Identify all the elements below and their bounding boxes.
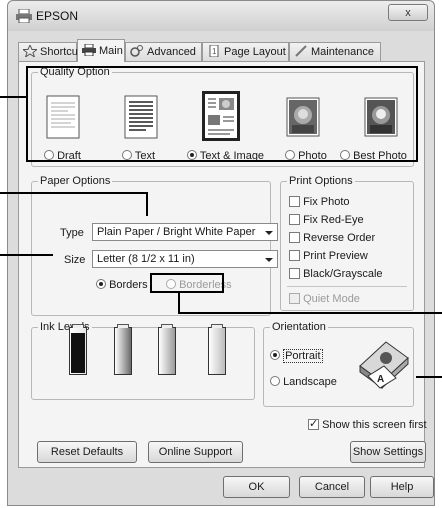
tab-main[interactable]: Main bbox=[77, 39, 125, 62]
callout-line-type-vertical bbox=[146, 192, 148, 216]
show-screen-first-checkbox[interactable]: Show this screen first bbox=[308, 417, 427, 431]
landscape-radio[interactable]: Landscape bbox=[270, 376, 337, 388]
paper-type-select[interactable]: Plain Paper / Bright White Paper bbox=[92, 223, 278, 241]
radio-icon bbox=[270, 376, 280, 386]
page-icon: 1 bbox=[209, 45, 219, 57]
callout-line-borderless bbox=[178, 312, 442, 314]
checkbox-icon bbox=[289, 196, 300, 207]
checkbox-icon bbox=[289, 268, 300, 279]
svg-text:1: 1 bbox=[212, 47, 217, 56]
chevron-down-icon bbox=[265, 258, 273, 262]
callout-line-size bbox=[0, 254, 53, 256]
gears-icon bbox=[130, 45, 143, 57]
show-settings-button[interactable]: Show Settings bbox=[350, 441, 426, 463]
orientation-title: Orientation bbox=[270, 321, 328, 333]
callout-line-quality bbox=[0, 96, 27, 98]
checkbox-checked-icon bbox=[308, 417, 319, 430]
checkbox-icon bbox=[289, 232, 300, 243]
ink-cartridges bbox=[31, 296, 255, 386]
tab-page-layout[interactable]: 1 Page Layout bbox=[202, 42, 289, 61]
checkbox-icon bbox=[289, 250, 300, 261]
callout-line-orientation bbox=[416, 376, 442, 378]
paper-size-select[interactable]: Letter (8 1/2 x 11 in) bbox=[92, 250, 278, 268]
callout-line-borderless-vertical bbox=[178, 292, 180, 313]
svg-text:A: A bbox=[377, 374, 384, 385]
checkbox-icon bbox=[289, 293, 300, 304]
close-icon: x bbox=[405, 7, 411, 19]
quality-option-highlight bbox=[26, 66, 418, 162]
tab-shortcuts[interactable]: Shortcuts bbox=[18, 42, 86, 61]
print-options-group: Print Options Fix Photo Fix Red-Eye Reve… bbox=[280, 175, 414, 311]
orientation-group: Orientation Portrait Landscape A bbox=[263, 321, 414, 407]
online-support-button[interactable]: Online Support bbox=[148, 441, 243, 463]
checkbox-icon bbox=[289, 214, 300, 225]
ink-cartridge-black bbox=[69, 324, 87, 375]
borderless-highlight bbox=[150, 273, 224, 293]
portrait-radio[interactable]: Portrait bbox=[270, 349, 323, 363]
callout-line-type bbox=[0, 192, 147, 194]
star-icon bbox=[23, 45, 37, 57]
cancel-button[interactable]: Cancel bbox=[299, 476, 365, 498]
tab-advanced[interactable]: Advanced bbox=[125, 42, 202, 61]
help-button[interactable]: Help bbox=[370, 476, 434, 498]
radio-selected-icon bbox=[270, 350, 280, 360]
title-bar[interactable]: EPSON x bbox=[8, 1, 434, 31]
print-options-title: Print Options bbox=[287, 175, 355, 187]
printer-app-icon bbox=[16, 9, 32, 23]
chevron-down-icon bbox=[265, 231, 273, 235]
type-label: Type bbox=[60, 227, 84, 239]
window-title: EPSON bbox=[36, 9, 79, 23]
fix-red-eye-checkbox[interactable]: Fix Red-Eye bbox=[289, 214, 364, 226]
borders-radio[interactable]: Borders bbox=[96, 279, 148, 291]
paper-options-title: Paper Options bbox=[38, 175, 113, 187]
ink-cartridge-gray bbox=[114, 324, 132, 375]
ink-cartridge-light bbox=[208, 324, 226, 375]
print-preview-checkbox[interactable]: Print Preview bbox=[289, 250, 368, 262]
ink-cartridge-light-gray bbox=[158, 324, 176, 375]
quiet-mode-checkbox: Quiet Mode bbox=[289, 293, 360, 305]
radio-selected-icon bbox=[96, 279, 106, 289]
close-button[interactable]: x bbox=[388, 4, 428, 21]
tab-maintenance[interactable]: Maintenance bbox=[289, 42, 381, 61]
size-label: Size bbox=[64, 254, 86, 266]
reset-defaults-button[interactable]: Reset Defaults bbox=[37, 441, 137, 463]
black-grayscale-checkbox[interactable]: Black/Grayscale bbox=[289, 268, 383, 280]
printer-icon bbox=[82, 44, 96, 56]
printer-portrait-icon: A bbox=[359, 341, 409, 390]
fix-photo-checkbox[interactable]: Fix Photo bbox=[289, 196, 350, 208]
divider bbox=[287, 286, 407, 287]
pen-icon bbox=[295, 45, 307, 57]
reverse-order-checkbox[interactable]: Reverse Order bbox=[289, 232, 375, 244]
ink-level-fill bbox=[71, 332, 85, 373]
ok-button[interactable]: OK bbox=[223, 476, 290, 498]
